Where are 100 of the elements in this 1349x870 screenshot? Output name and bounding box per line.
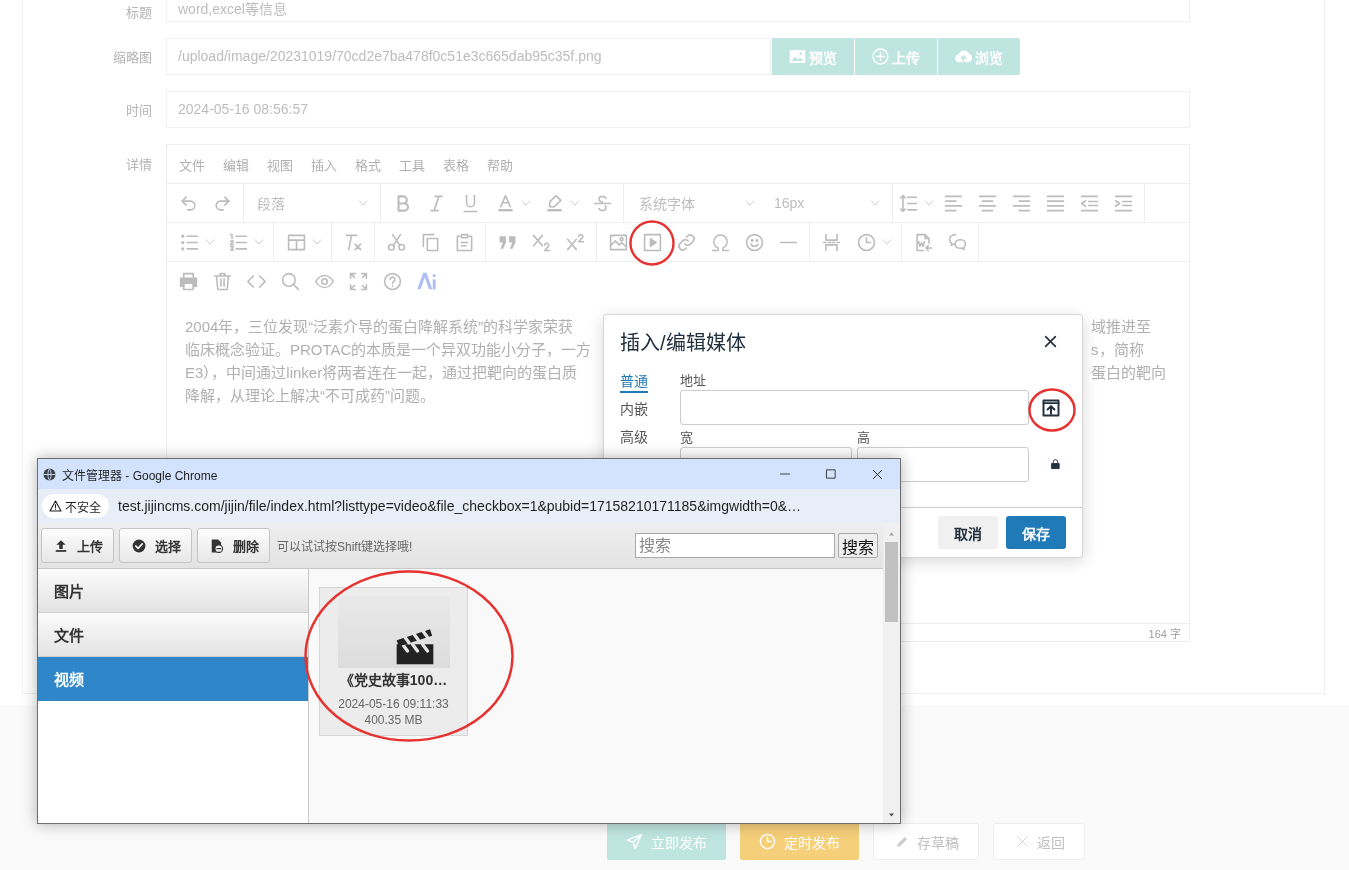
close-icon[interactable] <box>1044 334 1057 348</box>
publish-button[interactable]: 立即发布 <box>607 823 726 860</box>
menu-item[interactable]: 工具 <box>399 154 425 174</box>
font-size-dropdown[interactable]: 16px <box>763 186 888 220</box>
image-icon <box>789 48 806 65</box>
menu-item[interactable]: 格式 <box>355 154 381 174</box>
security-indicator[interactable]: 不安全 <box>42 494 109 518</box>
caret-icon[interactable] <box>870 198 880 208</box>
clock-icon[interactable] <box>857 232 876 252</box>
fullscreen-icon[interactable] <box>348 271 368 291</box>
caret-icon[interactable] <box>882 237 892 247</box>
printer-icon[interactable] <box>178 271 198 291</box>
lock-icon[interactable] <box>1050 457 1061 471</box>
delete-button[interactable]: 删除 <box>197 528 270 563</box>
address-field[interactable] <box>680 390 1029 425</box>
line-height-icon[interactable] <box>899 193 918 213</box>
trash-icon[interactable] <box>212 271 232 291</box>
font-family-dropdown[interactable]: 系统字体 <box>628 186 763 220</box>
maximize-icon[interactable] <box>826 469 836 479</box>
page-break-icon[interactable] <box>821 232 841 252</box>
word-count: 164 字 <box>1148 626 1181 641</box>
plus-circle-icon <box>872 48 889 65</box>
upload-button[interactable]: 上传 <box>41 528 114 563</box>
align-left-icon[interactable] <box>943 193 963 213</box>
back-button[interactable]: 返回 <box>993 823 1085 860</box>
copy-icon[interactable] <box>420 232 440 252</box>
input-field[interactable]: word,excel等信息 <box>166 0 1190 22</box>
smiley-icon[interactable] <box>744 232 764 252</box>
scroll-up-icon[interactable] <box>887 531 896 537</box>
search-button[interactable]: 搜索 <box>838 533 878 558</box>
category-item[interactable]: 视频 <box>38 657 308 701</box>
align-right-icon[interactable] <box>1011 193 1031 213</box>
upload-button[interactable]: 上传 <box>855 38 937 75</box>
text-color-icon[interactable] <box>496 193 515 213</box>
block-format-dropdown[interactable]: 段落 <box>248 186 376 220</box>
field-label: 时间 <box>125 102 152 119</box>
preview-button[interactable]: 预览 <box>772 38 854 75</box>
input-field[interactable]: 2024-05-16 08:56:57 <box>166 91 1190 128</box>
image-icon[interactable] <box>608 232 628 252</box>
ai-logo-icon[interactable] <box>415 271 437 291</box>
category-item[interactable]: 图片 <box>38 569 308 613</box>
undo-icon[interactable] <box>178 193 198 213</box>
link-icon[interactable] <box>676 232 696 252</box>
scrollbar-thumb[interactable] <box>885 542 898 622</box>
subscript-icon[interactable] <box>531 232 551 252</box>
select-button[interactable]: 选择 <box>119 528 192 563</box>
upload-icon[interactable] <box>1042 398 1060 417</box>
table-icon[interactable] <box>287 232 306 252</box>
paragraph-text: E3），中间通过linker将两者连在一起，通过把靶向的蛋白质 <box>185 363 578 383</box>
align-center-icon[interactable] <box>977 193 997 213</box>
highlighter-icon[interactable] <box>545 193 564 213</box>
browse-button[interactable]: 浏览 <box>938 38 1020 75</box>
save-draft-button[interactable]: 存草稿 <box>873 823 979 860</box>
bullet-list-icon[interactable] <box>180 232 199 252</box>
caret-icon[interactable] <box>521 198 531 208</box>
scissors-icon[interactable] <box>386 232 406 252</box>
dialog-tab[interactable]: 内嵌 <box>620 401 648 421</box>
menu-item[interactable]: 文件 <box>179 154 205 174</box>
clear-formatting-icon[interactable] <box>343 232 363 252</box>
help-icon[interactable] <box>382 271 402 291</box>
file-card[interactable]: 《党史故事100… 2024-05-16 09:11:33 400.35 MB <box>319 587 468 736</box>
paragraph-text: 2004年，三位发现“泛素介导的蛋白降解系统”的科学家荣获 <box>185 317 574 337</box>
redo-icon[interactable] <box>212 193 232 213</box>
caret-icon[interactable] <box>254 237 264 247</box>
outdent-icon[interactable] <box>1079 193 1099 213</box>
caret-icon[interactable] <box>312 237 322 247</box>
justify-icon[interactable] <box>1045 193 1065 213</box>
underline-icon[interactable] <box>460 193 480 213</box>
search-field[interactable]: 搜索 <box>635 533 835 558</box>
play-icon[interactable] <box>642 232 662 252</box>
numbered-list-icon[interactable] <box>229 232 248 252</box>
input-field[interactable]: /upload/image/20231019/70cd2e7ba478f0c51e3c665dab95c35f.png <box>166 38 771 75</box>
menu-item[interactable]: 表格 <box>443 154 469 174</box>
save-button[interactable]: 保存 <box>1006 516 1066 549</box>
menu-item[interactable]: 帮助 <box>487 154 513 174</box>
menu-item[interactable]: 插入 <box>311 154 337 174</box>
caret-icon[interactable] <box>570 198 580 208</box>
word-document-icon[interactable] <box>913 232 933 252</box>
category-item[interactable]: 文件 <box>38 613 308 657</box>
file-size: 400.35 MB <box>364 712 423 728</box>
address-url: test.jijincms.com/jijin/file/index.html?listtype=video&file_checkbox=1&pubid=17158210171185&imgwidth=0&… <box>118 498 802 514</box>
menu-item[interactable]: 编辑 <box>223 154 249 174</box>
caret-icon[interactable] <box>358 198 368 208</box>
clipboard-icon[interactable] <box>454 232 474 252</box>
superscript-icon[interactable] <box>565 232 585 252</box>
schedule-button[interactable]: 定时发布 <box>740 823 859 860</box>
chat-bubbles-icon[interactable] <box>947 232 967 252</box>
indent-icon[interactable] <box>1113 193 1133 213</box>
scroll-down-icon[interactable] <box>887 812 896 818</box>
dialog-tab[interactable]: 普通 <box>620 373 648 393</box>
caret-icon[interactable] <box>924 198 934 208</box>
omega-icon[interactable] <box>710 232 730 252</box>
cancel-button[interactable]: 取消 <box>938 516 998 549</box>
strikethrough-icon[interactable] <box>592 193 612 213</box>
caret-icon[interactable] <box>745 198 755 208</box>
close-icon[interactable] <box>871 468 883 480</box>
caret-icon[interactable] <box>205 237 215 247</box>
menu-item[interactable]: 视图 <box>267 154 293 174</box>
search-icon[interactable] <box>280 271 300 291</box>
dialog-tab[interactable]: 高级 <box>620 429 648 449</box>
